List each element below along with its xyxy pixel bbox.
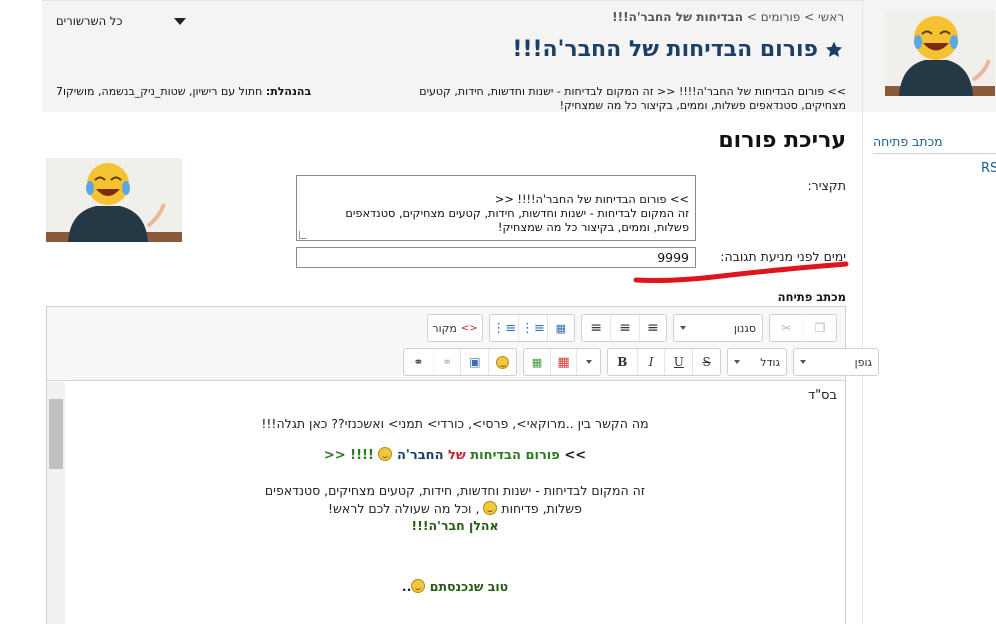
italic-button[interactable]: I	[636, 349, 665, 375]
align-center-icon[interactable]: ≡	[610, 315, 638, 341]
managers-value: חתול עם רישיון, שטות_ניק_בנשמה, מושיקו7	[56, 85, 263, 98]
table-grid-icon[interactable]: ▦	[550, 349, 576, 375]
font-combo[interactable]: גופן	[793, 348, 879, 376]
bold-button[interactable]: B	[608, 349, 637, 375]
star-icon[interactable]	[824, 40, 844, 60]
all-threads-label: כל השרשורים	[56, 14, 123, 28]
list-group: ⋮≡ ⋮≡ ▦	[489, 314, 575, 342]
opening-letter-label: מכתב פתיחה	[777, 290, 846, 304]
forum-image-preview[interactable]	[46, 158, 182, 242]
scrollbar-thumb[interactable]	[49, 399, 63, 469]
cut-icon[interactable]: ✂	[770, 315, 803, 341]
forum-avatar	[885, 10, 995, 96]
source-label: מקור	[432, 321, 457, 335]
text-format-group: B I U S	[607, 348, 721, 376]
sidebar-link-rss[interactable]: RSS	[981, 161, 996, 176]
desc-2b: , וכל מה שעולה לכם לראש!	[328, 501, 480, 516]
desc-2a: פשלות, פדיחות	[501, 501, 582, 516]
all-threads-dropdown[interactable]: כל השרשורים	[56, 12, 186, 30]
days-before-lock-input[interactable]: 9999	[296, 247, 696, 268]
laughing-icon	[483, 501, 498, 515]
breadcrumb-current: הבדיחות של החבר'ה!!!	[612, 10, 743, 24]
align-right-icon[interactable]: ≡	[582, 315, 610, 341]
bg-color-icon[interactable]: ▦	[524, 349, 550, 375]
color-group: ▦ ▦	[523, 348, 601, 376]
line-connection: מה הקשר בין ..מרוקאי>, פרסי>, כורדי> תמנ…	[261, 416, 649, 431]
summary-textarea[interactable]: >> פורום הבדיחות של החבר'ה!!!! << זה המק…	[296, 175, 696, 241]
resize-handle-icon[interactable]	[299, 231, 307, 239]
forum-managers: בהנהלת: חתול עם רישיון, שטות_ניק_בנשמה, …	[56, 85, 311, 98]
right-sidebar: מכתב פתיחה RSS	[862, 0, 996, 624]
source-button[interactable]: <> מקור	[427, 314, 483, 342]
page-title: עריכת פורום	[718, 128, 846, 153]
line-forum-title: >> פורום הבדיחות של החבר'ה !!!! <<	[65, 447, 845, 463]
sidebar-link-opening-letter[interactable]: מכתב פתיחה	[873, 134, 996, 154]
underline-button[interactable]: U	[664, 349, 692, 375]
font-combo-label: גופן	[854, 355, 872, 369]
style-combo[interactable]: סגנון	[673, 314, 763, 342]
unlink-icon[interactable]: ⚭	[432, 349, 461, 375]
breadcrumb-separator: >	[804, 10, 815, 24]
title-forum-word: פורום	[525, 448, 560, 463]
style-combo-label: סגנון	[733, 321, 756, 335]
size-combo-label: גודל	[760, 355, 780, 369]
line-bsd: בס"ד	[807, 388, 837, 403]
chevron-down-icon	[680, 326, 686, 330]
good-to-have-text: טוב שנכנסתם	[429, 579, 509, 594]
title-close: !!!! <<	[323, 448, 374, 463]
days-before-lock-label: ימים לפני מניעת תגובה:	[720, 249, 846, 264]
clipboard-group: ✂ ❐	[769, 314, 837, 342]
breadcrumb-forums[interactable]: פורומים	[761, 10, 801, 24]
summary-label: תקציר:	[807, 178, 846, 193]
chevron-down-icon	[174, 17, 186, 25]
managers-label: בהנהלת:	[265, 85, 312, 98]
forum-title-text: פורום הבדיחות של החבר'ה!!!	[512, 37, 818, 62]
title-jokes-word: הבדיחות	[470, 448, 521, 463]
forum-title: פורום הבדיחות של החבר'ה!!!	[512, 37, 844, 62]
numbered-list-icon[interactable]: ⋮≡	[490, 315, 518, 341]
copy-icon[interactable]: ❐	[802, 315, 836, 341]
size-combo[interactable]: גודל	[727, 348, 787, 376]
chevron-down-icon	[800, 360, 806, 364]
bulleted-list-icon[interactable]: ⋮≡	[518, 315, 546, 341]
title-open: >>	[564, 448, 587, 463]
line-good-to-have: טוב שנכנסתם ..	[65, 579, 845, 594]
table-insert-icon[interactable]: ▦	[546, 315, 574, 341]
insert-group: ⚭ ⚭ ▣	[403, 348, 517, 376]
thumbs-up-icon	[411, 579, 426, 593]
link-icon[interactable]: ⚭	[404, 349, 433, 375]
breadcrumb-home[interactable]: ראשי	[818, 10, 844, 24]
title-guys-word: החבר'ה	[396, 448, 444, 463]
smiley-icon	[378, 447, 393, 461]
line-description-2: פשלות, פדיחות , וכל מה שעולה לכם לראש!	[65, 501, 845, 516]
align-left-icon[interactable]: ≡	[638, 315, 666, 341]
breadcrumb-separator: >	[746, 10, 757, 24]
forum-description: >> פורום הבדיחות של החבר'ה!!!! << זה המק…	[419, 85, 846, 112]
rich-text-editor: ✂ ❐ 📋 📄 סגנון ≡ ≡ ≡ ⋮≡ ⋮≡ ▦	[46, 306, 879, 624]
breadcrumb: ראשי > פורומים > הבדיחות של החבר'ה!!!	[612, 10, 844, 24]
line-welcome: אהלן חבר'ה!!!	[411, 518, 499, 533]
chevron-down-icon[interactable]	[576, 349, 600, 375]
dots: ..	[401, 579, 412, 594]
image-icon[interactable]: ▣	[460, 349, 488, 375]
title-of-word: של	[448, 448, 466, 463]
editor-toolbar: ✂ ❐ 📋 📄 סגנון ≡ ≡ ≡ ⋮≡ ⋮≡ ▦	[47, 307, 879, 381]
line-description-1: זה המקום לבדיחות - ישנות וחדשות, חידות, …	[264, 483, 646, 498]
summary-text: >> פורום הבדיחות של החבר'ה!!!! << זה המק…	[345, 193, 689, 234]
forum-header: ראשי > פורומים > הבדיחות של החבר'ה!!! פו…	[42, 0, 862, 112]
editor-content[interactable]: בס"ד מה הקשר בין ..מרוקאי>, פרסי>, כורדי…	[65, 382, 845, 624]
align-group: ≡ ≡ ≡	[581, 314, 667, 342]
strikethrough-button[interactable]: S	[692, 349, 720, 375]
source-code-icon: <>	[460, 322, 478, 334]
smiley-icon[interactable]	[488, 349, 516, 375]
chevron-down-icon	[734, 360, 740, 364]
